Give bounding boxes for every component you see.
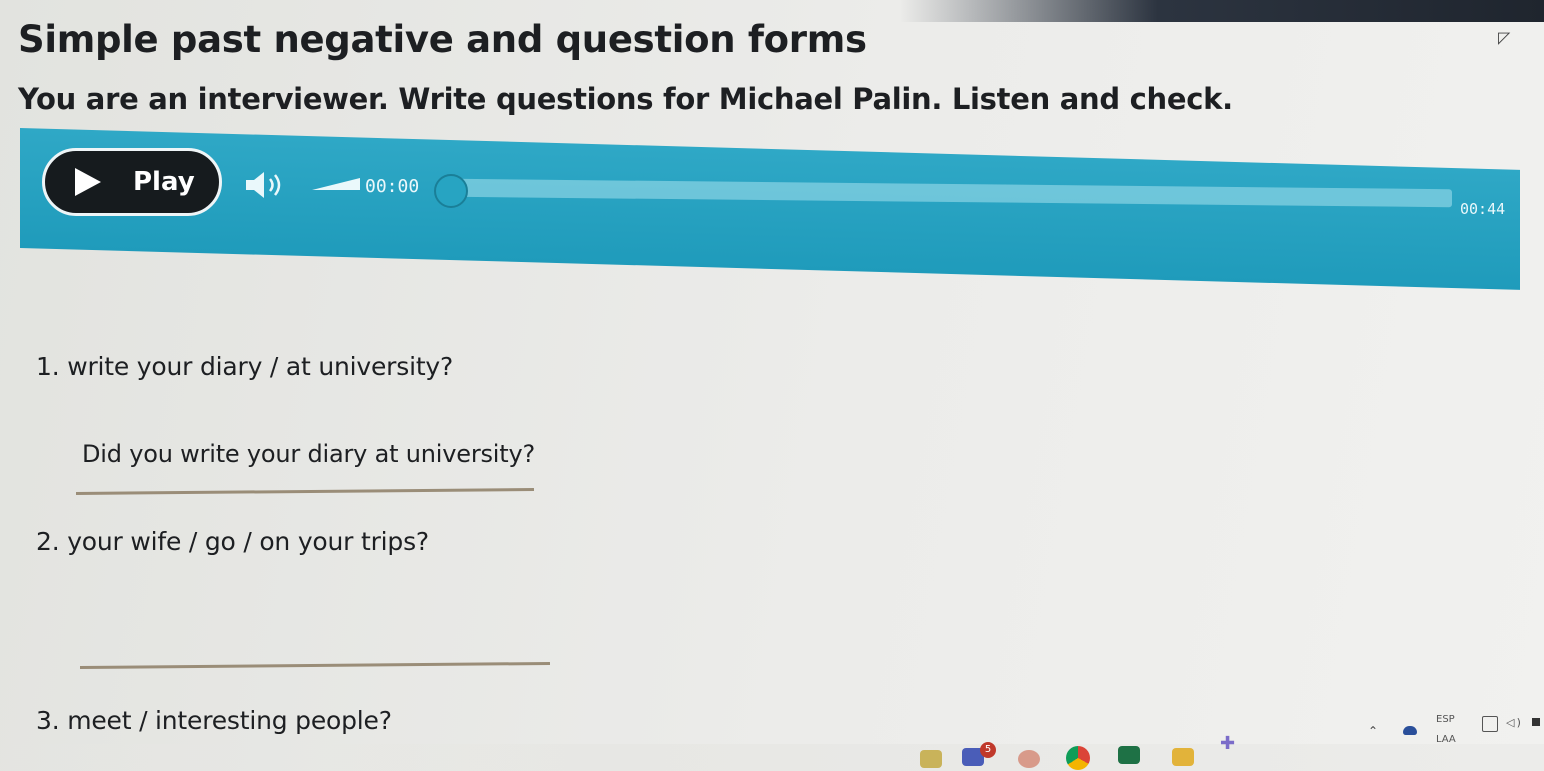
question-3-prompt: 3. meet / interesting people? [36, 706, 392, 735]
chrome-icon[interactable] [1066, 746, 1090, 770]
question-1-prompt: 1. write your diary / at university? [36, 352, 454, 381]
question-1-answer[interactable]: Did you write your diary at university? [82, 440, 535, 468]
question-1-answer-line [75, 488, 535, 495]
question-2-prompt: 2. your wife / go / on your trips? [36, 527, 429, 556]
play-button[interactable]: Play [42, 148, 222, 216]
notification-badge: 5 [980, 742, 996, 758]
screen-top-edge [900, 0, 1544, 22]
files-icon[interactable] [1172, 748, 1194, 766]
volume-slider[interactable] [312, 178, 360, 190]
onedrive-icon[interactable] [1403, 726, 1417, 735]
language-indicator[interactable]: ESP [1436, 714, 1455, 725]
tray-chevron-icon[interactable]: ⌃ [1368, 724, 1378, 738]
speaker-icon[interactable]: ◁ ) [1506, 716, 1521, 729]
play-label: Play [133, 167, 195, 197]
mouse-cursor-icon: ◸ [1498, 28, 1511, 47]
question-2-answer-line [79, 661, 551, 670]
taskbar-app-icon[interactable] [920, 750, 942, 768]
cursor-icon[interactable]: ✚ [1220, 734, 1240, 754]
taskbar [0, 744, 1544, 771]
current-time: 00:00 [365, 176, 420, 197]
play-icon [75, 168, 101, 196]
excel-icon[interactable] [1118, 746, 1140, 764]
display-icon[interactable] [1482, 716, 1498, 732]
keyboard-layout[interactable]: LAA [1436, 734, 1456, 745]
question-2-answer-input[interactable] [82, 620, 546, 656]
page-title: Simple past negative and question forms [18, 18, 867, 61]
paint-icon[interactable] [1018, 750, 1040, 768]
volume-icon[interactable] [244, 170, 288, 200]
progress-thumb[interactable] [434, 174, 468, 208]
instruction-text: You are an interviewer. Write questions … [18, 82, 1233, 116]
battery-icon [1532, 718, 1540, 726]
audio-player [20, 128, 1520, 290]
total-time: 00:44 [1460, 200, 1506, 218]
